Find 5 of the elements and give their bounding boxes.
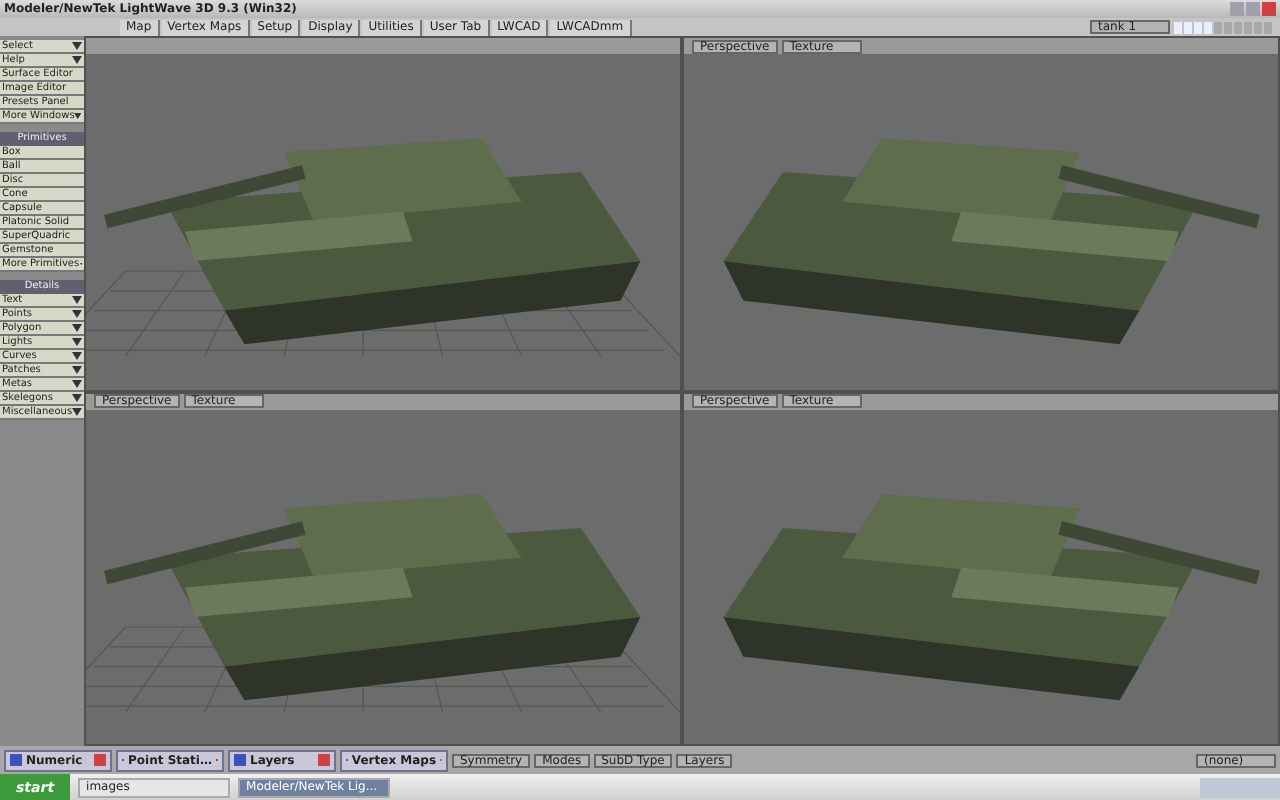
maximize-button[interactable]	[1246, 2, 1260, 16]
minimize-button[interactable]	[1230, 2, 1244, 16]
system-tray	[1200, 777, 1280, 797]
layer-buttons-drawing[interactable]	[1174, 21, 1272, 33]
close-button[interactable]	[1262, 2, 1276, 16]
